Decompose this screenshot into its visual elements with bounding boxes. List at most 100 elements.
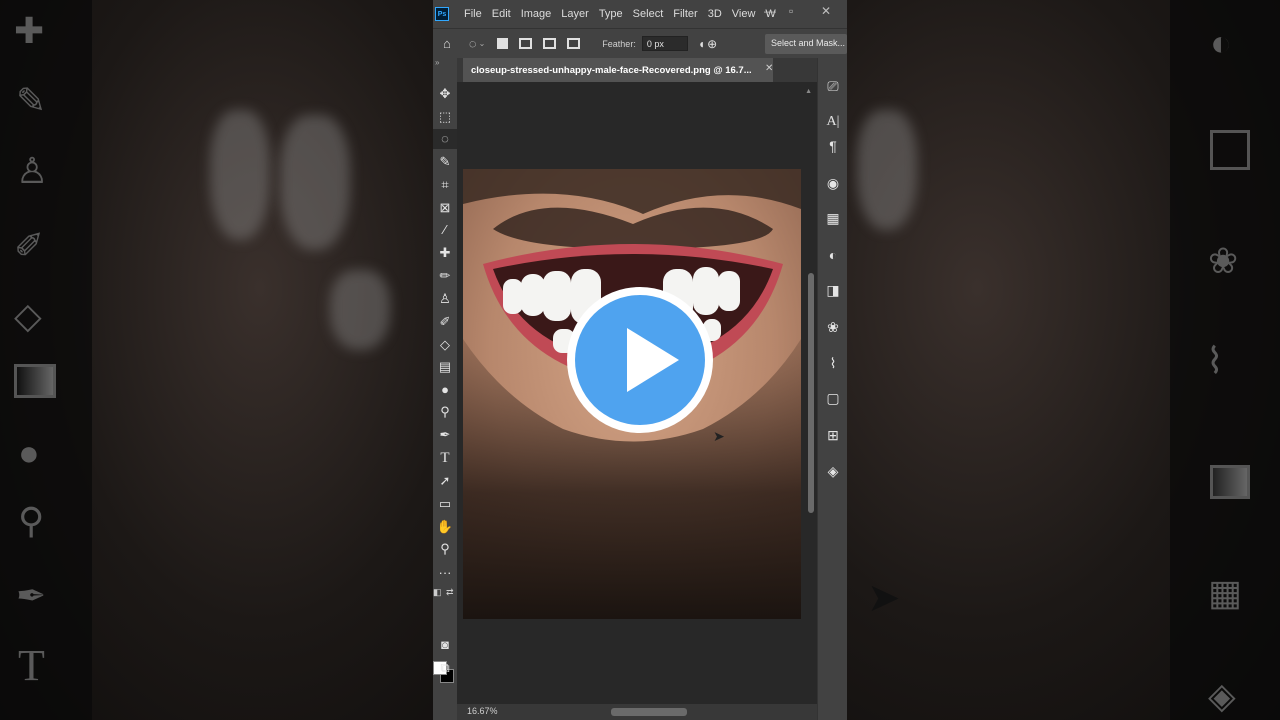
pen-tool-icon[interactable]: ✒ <box>433 425 457 445</box>
paragraph-panel-icon[interactable]: ¶ <box>818 138 848 154</box>
menu-view[interactable]: View <box>727 8 761 20</box>
clone-stamp-tool-icon[interactable]: ♙ <box>433 289 457 309</box>
screen-mode-icon[interactable]: ⧉ <box>433 658 457 678</box>
blurred-tooth <box>330 270 390 350</box>
tab-close-icon[interactable]: ✕ <box>765 63 773 74</box>
blurred-gradients-icon <box>1210 465 1250 499</box>
chevron-down-icon[interactable]: ⌄ <box>479 39 486 48</box>
right-panel-dock: ⎚ A| ¶ ◉ ▦ ◐ ◨ ❀ ⌇ ▢ ⊞ ◈ <box>817 58 847 720</box>
zoom-tool-icon[interactable]: ⚲ <box>433 539 457 559</box>
lasso-tool-icon[interactable]: ◌ <box>433 129 457 149</box>
crop-tool-icon[interactable]: ⌗ <box>433 175 457 195</box>
document-tab[interactable]: closeup-stressed-unhappy-male-face-Recov… <box>463 58 773 82</box>
menu-bar: Ps File Edit Image Layer Type Select Fil… <box>433 0 847 28</box>
antialias-icon[interactable]: ◖ <box>698 37 705 51</box>
lasso-preset-icon[interactable]: ◌ <box>469 36 477 51</box>
color-panel-icon[interactable]: ◉ <box>818 175 848 192</box>
menu-3d[interactable]: 3D <box>703 8 727 20</box>
shape-tool-icon[interactable]: ▭ <box>433 494 457 514</box>
blurred-history-brush-icon: ✐ <box>14 225 45 266</box>
menu-select[interactable]: Select <box>628 8 669 20</box>
default-colors-icon[interactable]: ◧ <box>433 587 442 598</box>
maximize-icon[interactable]: ▫ <box>789 4 793 18</box>
play-button-circle <box>575 295 705 425</box>
blurred-stamp-icon: ♙ <box>16 150 49 191</box>
blurred-blur-icon: ● <box>18 432 40 473</box>
minimize-icon[interactable]: — <box>764 4 776 18</box>
blurred-background-left: ✚ ✎ ♙ ✐ ◇ ● ⚲ ✒ T <box>0 0 433 720</box>
blurred-healing-icon: ✚ <box>14 10 45 51</box>
new-selection-icon[interactable] <box>497 38 509 49</box>
properties-panel-icon[interactable]: ◨ <box>818 282 848 299</box>
blurred-paths-icon: ⌇ <box>1206 340 1224 381</box>
type-tool-icon[interactable]: T <box>433 448 457 468</box>
blurred-channels-icon: ❀ <box>1208 240 1239 281</box>
status-bar: 16.67% <box>457 704 817 720</box>
swatches-panel-icon[interactable]: ▦ <box>818 210 848 227</box>
blurred-patterns-icon: ▦ <box>1208 572 1243 613</box>
history-brush-tool-icon[interactable]: ✐ <box>433 312 457 332</box>
character-panel-icon[interactable]: A| <box>818 114 848 130</box>
blurred-gradient-icon <box>14 364 56 398</box>
zoom-level[interactable]: 16.67% <box>467 706 498 716</box>
menu-file[interactable]: File <box>459 8 487 20</box>
blurred-layers-icon: ◈ <box>1208 675 1236 716</box>
brush-tool-icon[interactable]: ✏ <box>433 266 457 286</box>
menu-filter[interactable]: Filter <box>668 8 702 20</box>
blurred-tooth <box>280 115 350 250</box>
quick-select-tool-icon[interactable]: ✎ <box>433 152 457 172</box>
document-tabbar: closeup-stressed-unhappy-male-face-Recov… <box>457 58 817 82</box>
video-play-button[interactable] <box>567 287 713 433</box>
close-icon[interactable]: ✕ <box>821 4 831 18</box>
quick-mask-icon[interactable]: ◙ <box>433 635 457 655</box>
blurred-eraser-icon: ◇ <box>14 295 42 336</box>
layers-panel-icon[interactable]: ◈ <box>818 463 848 480</box>
paths-panel-icon[interactable]: ⌇ <box>818 355 848 372</box>
subtract-selection-icon[interactable] <box>543 38 557 49</box>
home-icon[interactable]: ⌂ <box>443 36 451 51</box>
play-icon <box>627 328 679 392</box>
hand-tool-icon[interactable]: ✋ <box>433 517 457 537</box>
horizontal-scroll-thumb[interactable] <box>611 708 687 716</box>
move-tool-icon[interactable]: ✥ <box>433 84 457 104</box>
blurred-tooth <box>210 110 270 240</box>
menu-layer[interactable]: Layer <box>556 8 594 20</box>
patterns-panel-icon[interactable]: ⊞ <box>818 427 848 444</box>
collapse-toolbar-icon[interactable]: » <box>435 58 439 67</box>
eyedropper-tool-icon[interactable]: ⁄ <box>433 220 457 240</box>
feather-input[interactable]: 0 px <box>641 36 688 51</box>
menu-edit[interactable]: Edit <box>487 8 516 20</box>
dodge-tool-icon[interactable]: ⚲ <box>433 402 457 422</box>
swap-colors-icon[interactable]: ⇄ <box>446 587 454 598</box>
blurred-tooth <box>857 110 917 230</box>
history-panel-icon[interactable]: ⎚ <box>818 78 848 95</box>
add-selection-icon[interactable] <box>519 38 533 49</box>
channels-panel-icon[interactable]: ❀ <box>818 319 848 336</box>
blurred-adjust-icon: ◐ <box>1210 22 1232 63</box>
path-select-tool-icon[interactable]: ➚ <box>433 471 457 491</box>
menu-type[interactable]: Type <box>594 8 628 20</box>
more-tools-icon[interactable]: ··· <box>433 563 457 583</box>
menu-image[interactable]: Image <box>516 8 557 20</box>
mouse-cursor-icon: ➤ <box>713 428 725 444</box>
frame-tool-icon[interactable]: ⊠ <box>433 198 457 218</box>
blurred-background-right: ◐ ❀ ⌇ ▦ ◈ ➤ <box>847 0 1280 720</box>
select-and-mask-button[interactable]: Select and Mask... <box>765 34 847 54</box>
scroll-up-icon[interactable]: ▲ <box>805 88 812 95</box>
healing-brush-tool-icon[interactable]: ✚ <box>433 243 457 263</box>
tools-panel: » ✥ ⬚ ◌ ✎ ⌗ ⊠ ⁄ ✚ ✏ ♙ ✐ ◇ ▤ ● ⚲ ✒ T ➚ ▭ … <box>433 58 457 720</box>
intersect-selection-icon[interactable] <box>567 38 581 49</box>
eraser-tool-icon[interactable]: ◇ <box>433 335 457 355</box>
marquee-tool-icon[interactable]: ⬚ <box>433 107 457 127</box>
adjustments-panel-icon[interactable]: ◐ <box>818 247 848 263</box>
vertical-scroll-thumb[interactable] <box>808 273 814 513</box>
options-bar: ⌂ ◌ ⌄ Feather: 0 px ◖ ⊕ Select and Mask.… <box>433 28 847 58</box>
blurred-type-icon: T <box>18 641 45 690</box>
blurred-panel-icon <box>1210 130 1250 170</box>
large-cursor-icon: ➤ <box>867 576 901 620</box>
photoshop-logo-icon: Ps <box>435 7 449 21</box>
blur-tool-icon[interactable]: ● <box>433 380 457 400</box>
user-sync-icon[interactable]: ⊕ <box>707 37 717 51</box>
gradients-panel-icon[interactable]: ▢ <box>818 390 848 407</box>
gradient-tool-icon[interactable]: ▤ <box>433 357 457 377</box>
